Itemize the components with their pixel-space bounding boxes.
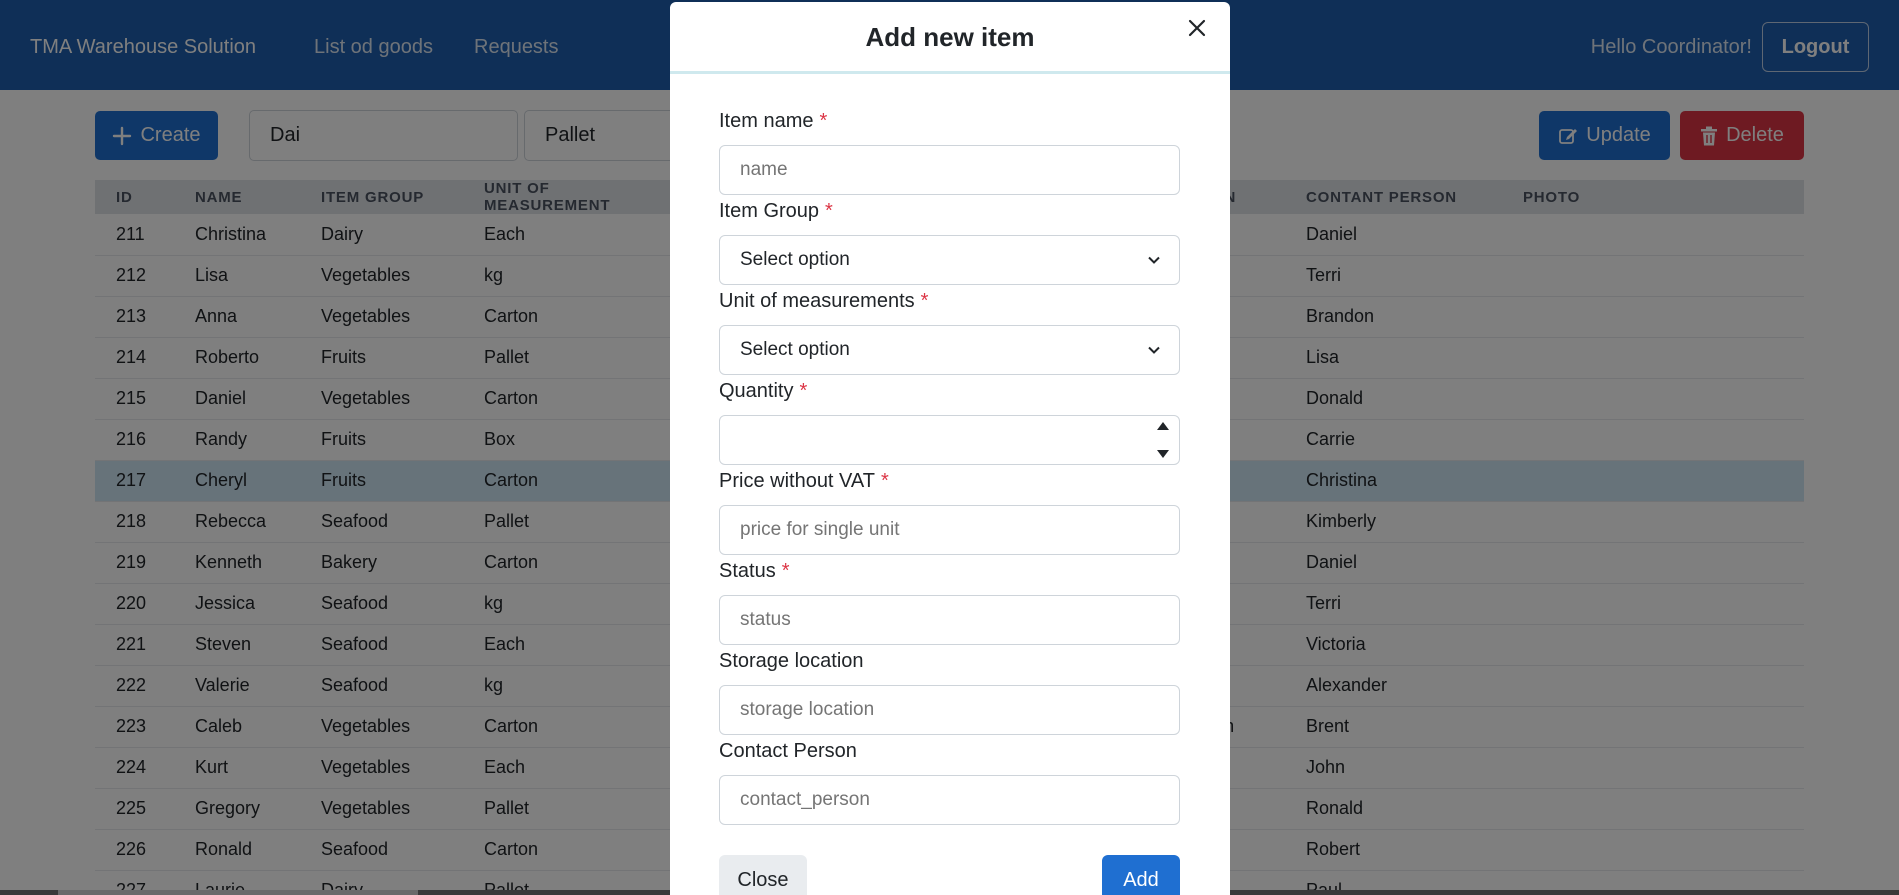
add-button[interactable]: Add [1102, 855, 1180, 895]
quantity-spinner[interactable] [1153, 420, 1173, 460]
chevron-down-icon [1148, 256, 1160, 264]
price-label-text: Price without VAT [719, 470, 875, 492]
modal-close-button[interactable] [1183, 14, 1211, 42]
required-mark: * [799, 380, 808, 402]
item-name-input[interactable] [719, 145, 1180, 195]
close-icon [1188, 19, 1206, 37]
storage-location-label: Storage location [719, 650, 864, 672]
modal-title: Add new item [865, 22, 1035, 52]
unit-label-text: Unit of measurements [719, 290, 915, 312]
close-button[interactable]: Close [719, 855, 807, 895]
modal-header: Add new item [670, 2, 1230, 74]
caret-up-icon[interactable] [1156, 420, 1170, 432]
required-mark: * [819, 110, 828, 132]
status-input[interactable] [719, 595, 1180, 645]
quantity-label: Quantity * [719, 380, 807, 403]
price-input[interactable] [719, 505, 1180, 555]
scrollbar-thumb[interactable] [58, 890, 418, 895]
contact-person-input[interactable] [719, 775, 1180, 825]
item-group-label-text: Item Group [719, 200, 820, 222]
required-mark: * [825, 200, 833, 222]
required-mark: * [880, 470, 889, 492]
item-group-selected-value: Select option [740, 249, 850, 270]
caret-down-icon[interactable] [1156, 448, 1170, 460]
item-group-label: Item Group * [719, 200, 833, 223]
required-mark: * [920, 290, 929, 312]
status-label-text: Status [719, 560, 776, 582]
price-label: Price without VAT * [719, 470, 889, 493]
unit-select[interactable]: Select option [719, 325, 1180, 375]
chevron-down-icon [1148, 346, 1160, 354]
contact-person-label: Contact Person [719, 740, 857, 762]
status-label: Status * [719, 560, 790, 583]
quantity-label-text: Quantity [719, 380, 794, 402]
item-name-label: Item name * [719, 110, 827, 133]
item-group-select[interactable]: Select option [719, 235, 1180, 285]
storage-location-input[interactable] [719, 685, 1180, 735]
add-item-modal: Add new item Item name* Item Group* Sele… [670, 2, 1230, 895]
quantity-stepper[interactable] [719, 415, 1180, 465]
item-name-label-text: Item name [719, 110, 814, 132]
required-mark: * [781, 560, 790, 582]
unit-label: Unit of measurements * [719, 290, 928, 313]
unit-selected-value: Select option [740, 339, 850, 360]
